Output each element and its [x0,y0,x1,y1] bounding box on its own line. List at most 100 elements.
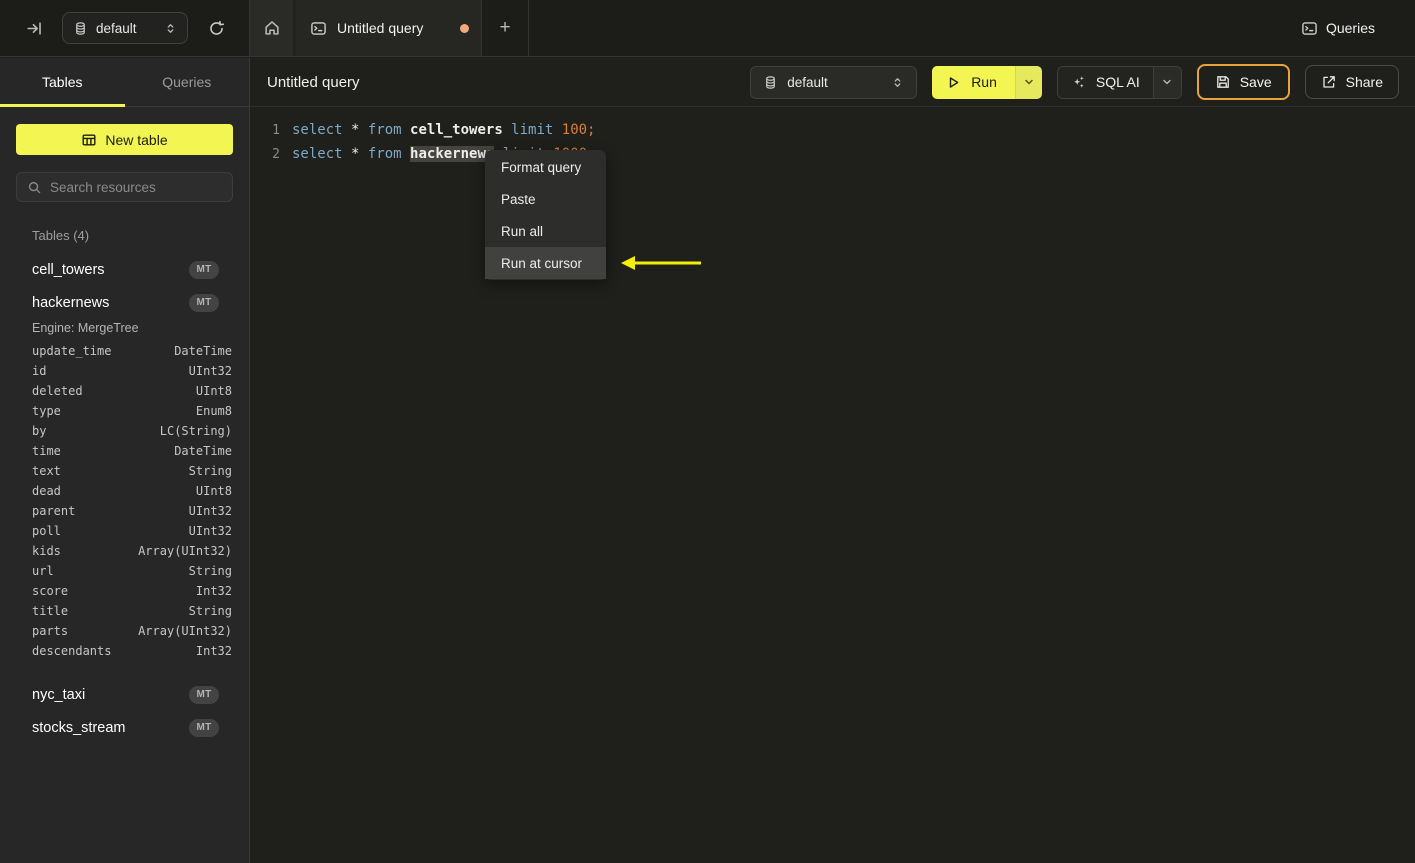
column-type: Array(UInt32) [138,544,232,558]
sidebar-tab-tables[interactable]: Tables [0,58,125,107]
column-type: String [188,604,232,618]
search-box[interactable] [16,172,233,202]
share-icon [1322,76,1335,88]
column-row: text String [32,464,232,484]
table-row-hackernews[interactable]: hackernews MT [0,286,249,319]
queries-button[interactable]: Queries [1301,20,1375,37]
new-table-label: New table [105,131,168,148]
run-button[interactable]: Run [932,65,1015,99]
code-line-2[interactable]: 2 select * from hackernews limit 1000 [268,142,1415,166]
menu-item-run-all[interactable]: Run all [485,215,606,247]
column-row: time DateTime [32,444,232,464]
sql-keyword: from [367,122,411,138]
tab-untitled-query[interactable]: Untitled query [296,0,482,56]
header-controls: default Run SQL AI Save Share [750,64,1399,100]
code-text: select * from cell_towers limit 100; [292,122,595,138]
column-name: deleted [32,384,83,398]
column-type: String [188,464,232,478]
collapse-sidebar-button[interactable] [20,14,48,42]
annotation-arrow-icon [621,256,701,270]
column-type: Enum8 [195,404,232,418]
sql-table-name: cell_towers [410,122,503,138]
main-panel: Untitled query default Run SQL AI Save S… [251,58,1415,863]
sidebar-tab-queries[interactable]: Queries [125,58,250,106]
console-icon [1302,21,1317,35]
column-type: Int32 [195,584,232,598]
column-name: type [32,404,61,418]
sql-ai-split-button: SQL AI [1056,65,1182,99]
header-database-value: default [787,74,828,90]
sql-ai-options-button[interactable] [1152,66,1181,98]
top-bar: default Untitled query + Queries [0,0,1415,57]
table-row-stocks-stream[interactable]: stocks_stream MT [0,711,249,744]
column-row: update_time DateTime [32,344,232,364]
column-type: UInt8 [195,484,232,498]
new-table-button[interactable]: New table [16,124,233,155]
header-database-selector[interactable]: default [750,65,918,99]
column-name: dead [32,484,61,498]
sql-editor[interactable]: 1 select * from cell_towers limit 100; 2… [251,107,1415,166]
run-options-button[interactable] [1014,65,1042,99]
sql-keyword: limit [502,122,562,138]
save-icon [1216,76,1229,88]
column-row: id UInt32 [32,364,232,384]
refresh-button[interactable] [202,14,230,42]
table-name: nyc_taxi [32,686,86,703]
column-name: id [32,364,47,378]
column-type: String [188,564,232,578]
column-name: time [32,444,61,458]
engine-badge: MT [189,260,219,279]
column-type: DateTime [174,344,232,358]
column-row: title String [32,604,232,624]
tab-title: Untitled query [337,20,424,36]
column-name: by [32,424,47,438]
column-type: DateTime [174,444,232,458]
tables-section-label: Tables (4) [32,228,90,243]
column-row: poll UInt32 [32,524,232,544]
column-name: parent [32,504,76,518]
updown-chevron-icon [167,23,174,33]
engine-badge: MT [189,718,219,737]
sql-ai-button[interactable]: SQL AI [1057,66,1153,98]
column-type: UInt8 [195,384,232,398]
query-header: Untitled query default Run SQL AI Save S… [251,58,1415,107]
chevron-down-icon [1025,79,1033,85]
save-button[interactable]: Save [1196,64,1290,100]
play-icon [949,76,959,88]
topbar-database-selector[interactable]: default [62,12,188,44]
console-icon [311,21,326,35]
sql-keyword: select [292,122,352,138]
editor-context-menu: Format query Paste Run all Run at cursor [485,150,606,280]
sql-number: 100; [561,122,596,138]
line-number: 1 [272,122,280,138]
share-button[interactable]: Share [1304,65,1399,99]
collapse-sidebar-icon [26,21,41,35]
home-button[interactable] [250,0,296,56]
database-icon [76,21,85,35]
new-tab-button[interactable]: + [482,0,529,56]
table-row-nyc-taxi[interactable]: nyc_taxi MT [0,678,249,711]
table-icon [82,134,96,146]
sql-keyword: from [367,146,411,162]
column-name: kids [32,544,61,558]
topbar-left-cluster: default [0,0,250,56]
column-row: dead UInt8 [32,484,232,504]
column-row: kids Array(UInt32) [32,544,232,564]
menu-item-run-at-cursor[interactable]: Run at cursor [485,247,606,279]
column-row: by LC(String) [32,424,232,444]
search-icon [28,181,41,193]
search-input[interactable] [50,179,220,195]
column-row: parent UInt32 [32,504,232,524]
menu-item-paste[interactable]: Paste [485,183,606,215]
page-title: Untitled query [267,73,360,91]
sql-operator: * [351,122,368,138]
columns-list: update_time DateTime id UInt32 deleted UInt… [0,344,249,664]
column-name: url [32,564,54,578]
topbar-right-cluster: Queries [1301,0,1415,56]
table-row-cell-towers[interactable]: cell_towers MT [0,253,249,286]
menu-item-format-query[interactable]: Format query [485,151,606,183]
code-line-1[interactable]: 1 select * from cell_towers limit 100; [268,118,1415,142]
chevron-down-icon [1163,79,1171,85]
database-icon [766,75,776,89]
column-name: poll [32,524,61,538]
